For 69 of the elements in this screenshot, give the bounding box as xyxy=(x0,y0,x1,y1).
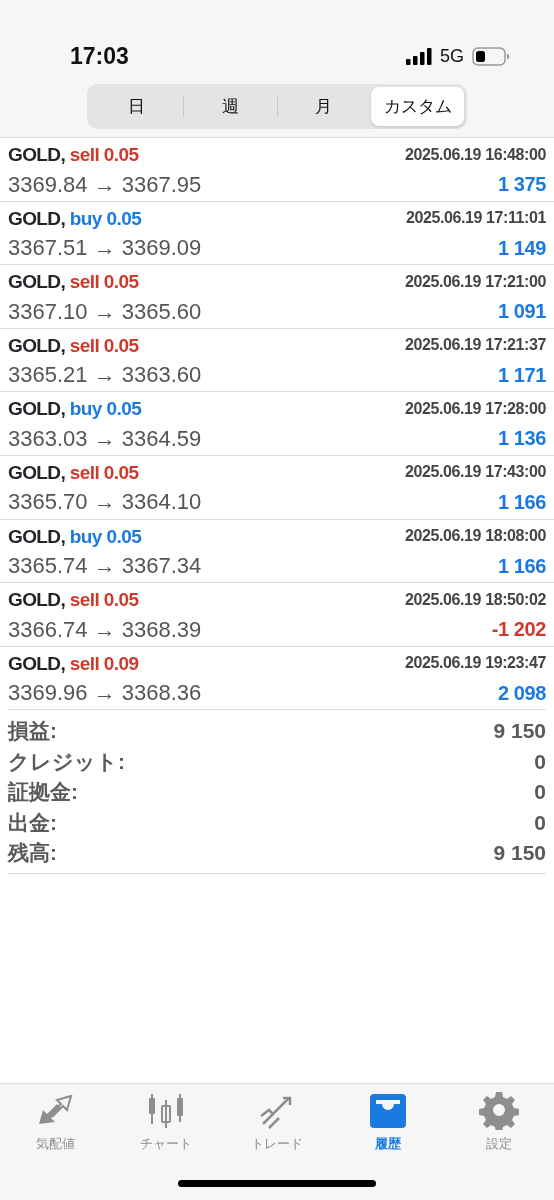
summary-value: 0 xyxy=(534,809,546,836)
order-label: sell 0.09 xyxy=(69,652,139,674)
summary-label: クレジット: xyxy=(8,748,125,775)
price-range: 3369.84 → 3367.95 xyxy=(8,170,202,199)
price-range: 3365.21 → 3363.60 xyxy=(8,361,202,390)
summary-value: 9 150 xyxy=(493,718,546,745)
symbol-label: GOLD, xyxy=(8,271,66,293)
price-range: 3365.70 → 3364.10 xyxy=(8,488,202,517)
profit-value: -1 202 xyxy=(491,617,546,643)
trade-time: 2025.06.19 18:08:00 xyxy=(405,526,546,547)
period-tab[interactable]: 週 xyxy=(183,87,277,126)
summary-label: 損益: xyxy=(8,718,57,745)
price-range: 3365.74 → 3367.34 xyxy=(8,552,202,581)
profit-value: 1 171 xyxy=(497,362,546,388)
settings-icon xyxy=(478,1090,519,1130)
price-range: 3367.10 → 3365.60 xyxy=(8,297,202,326)
summary-value: 0 xyxy=(534,779,546,806)
profit-value: 1 136 xyxy=(497,426,546,452)
symbol-label: GOLD, xyxy=(8,207,66,229)
trade-time: 2025.06.19 17:28:00 xyxy=(405,398,546,419)
symbol-label: GOLD, xyxy=(8,461,66,483)
summary-value: 0 xyxy=(534,748,546,775)
trade-time: 2025.06.19 18:50:02 xyxy=(405,589,546,610)
trade-time: 2025.06.19 17:21:00 xyxy=(405,271,546,292)
summary-label: 残高: xyxy=(8,840,57,867)
trade-time: 2025.06.19 17:43:00 xyxy=(405,462,546,483)
battery-icon xyxy=(472,46,510,66)
price-range: 3363.03 → 3364.59 xyxy=(8,424,202,453)
network-label: 5G xyxy=(440,44,464,68)
profit-value: 1 166 xyxy=(497,489,546,515)
period-tab[interactable]: 日 xyxy=(90,87,183,126)
order-label: buy 0.05 xyxy=(69,525,142,547)
signal-icon xyxy=(406,47,432,65)
symbol-label: GOLD, xyxy=(8,334,66,356)
order-label: sell 0.05 xyxy=(69,461,139,483)
trade-time: 2025.06.19 17:21:37 xyxy=(405,335,546,356)
profit-value: 1 149 xyxy=(497,235,546,261)
tab-label[interactable]: トレード xyxy=(251,1136,303,1151)
tab-label[interactable]: 気配値 xyxy=(35,1136,75,1151)
profit-value: 2 098 xyxy=(497,680,546,706)
symbol-label: GOLD, xyxy=(8,652,66,674)
summary-label: 証拠金: xyxy=(8,779,78,806)
profit-value: 1 091 xyxy=(497,299,546,325)
price-range: 3367.51 → 3369.09 xyxy=(8,234,202,263)
period-tab[interactable]: カスタム xyxy=(371,87,464,126)
order-label: buy 0.05 xyxy=(69,398,142,420)
tab-label[interactable]: 履歴 xyxy=(374,1136,401,1151)
trade-time: 2025.06.19 17:11:01 xyxy=(405,208,546,229)
order-label: sell 0.05 xyxy=(69,334,139,356)
trade-time: 2025.06.19 16:48:00 xyxy=(405,144,546,165)
symbol-label: GOLD, xyxy=(8,398,66,420)
order-label: sell 0.05 xyxy=(69,589,139,611)
price-range: 3366.74 → 3368.39 xyxy=(8,615,202,644)
tab-label[interactable]: チャート xyxy=(140,1136,193,1151)
trade-time: 2025.06.19 19:23:47 xyxy=(405,653,546,674)
price-range: 3369.96 → 3368.36 xyxy=(8,679,202,708)
order-label: buy 0.05 xyxy=(69,207,142,229)
summary-label: 出金: xyxy=(8,809,57,836)
order-label: sell 0.05 xyxy=(69,144,139,165)
summary-value: 9 150 xyxy=(493,840,546,867)
symbol-label: GOLD, xyxy=(8,144,66,165)
profit-value: 1 166 xyxy=(497,553,546,579)
status-time: 17:03 xyxy=(70,41,129,71)
symbol-label: GOLD, xyxy=(8,525,66,547)
profit-value: 1 375 xyxy=(497,172,546,197)
symbol-label: GOLD, xyxy=(8,589,66,611)
order-label: sell 0.05 xyxy=(69,271,139,293)
period-tab[interactable]: 月 xyxy=(277,87,371,126)
tab-label[interactable]: 設定 xyxy=(485,1136,512,1151)
